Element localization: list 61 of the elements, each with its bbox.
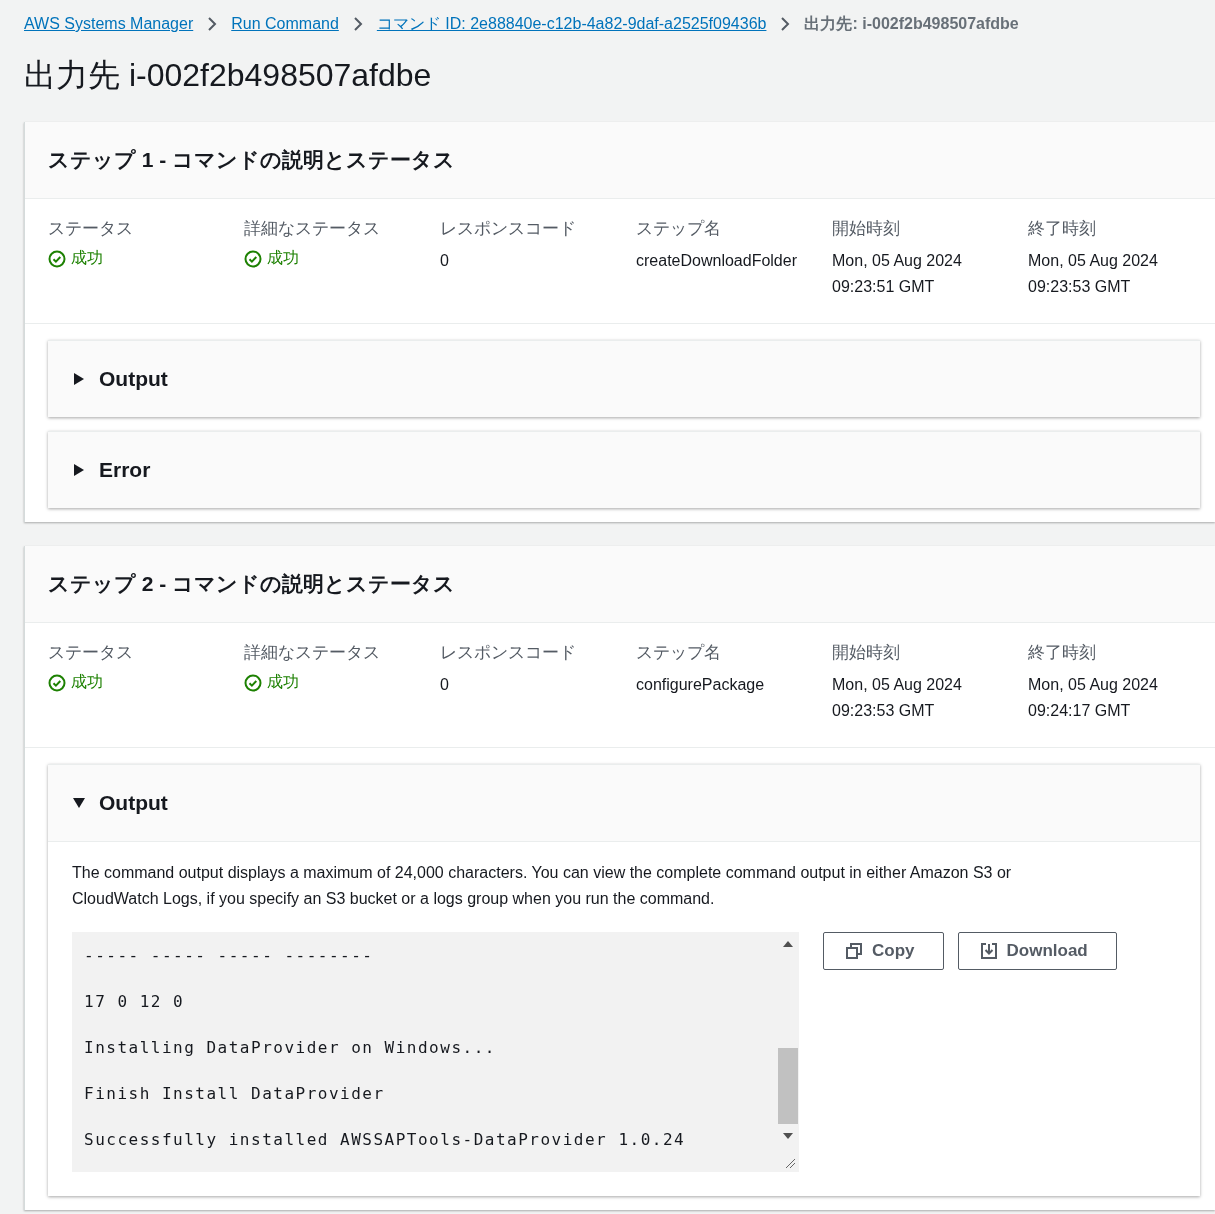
caret-right-icon: [73, 464, 85, 476]
status-text: 成功: [71, 248, 103, 268]
check-circle-icon: [48, 673, 66, 692]
field-label: 開始時刻: [832, 642, 901, 664]
panel-header[interactable]: Output: [48, 765, 1200, 842]
output-line: Finish Install DataProvider: [84, 1083, 386, 1105]
status-text: 成功: [267, 248, 299, 268]
output-line: 17 0 12 0: [84, 991, 186, 1013]
panel-title: Output: [99, 367, 168, 391]
output-description: The command output displays a maximum of 24,000 characters. You can view the complete command output in either Amazon S3 or CloudWatch Logs, if you specify an S3 bucket or a logs group when you run the command.: [72, 863, 1013, 909]
step-title: ステップ 2 - コマンドの説明とステータス: [48, 571, 456, 597]
breadcrumb-link[interactable]: Run Command: [231, 15, 339, 33]
chevron-right-icon: [352, 16, 363, 32]
check-circle-icon: [244, 249, 262, 268]
copy-button[interactable]: Copy: [823, 932, 944, 970]
chevron-right-icon: [207, 16, 218, 32]
field-label: 開始時刻: [832, 218, 901, 240]
field-value: Mon, 05 Aug 2024 09:23:53 GMT: [832, 675, 963, 721]
panel-title: Output: [99, 791, 168, 815]
field-label: 詳細なステータス: [244, 642, 381, 664]
download-icon: [980, 943, 997, 959]
check-circle-icon: [244, 673, 262, 692]
field-value: createDownloadFolder: [636, 251, 798, 271]
field-label: ステップ名: [636, 218, 722, 240]
scroll-down-arrow-icon: [782, 1132, 794, 1140]
field-value: Mon, 05 Aug 2024 09:23:51 GMT: [832, 251, 963, 297]
chevron-right-icon: [780, 16, 791, 32]
download-button[interactable]: Download: [957, 932, 1117, 970]
field-label: 詳細なステータス: [244, 218, 381, 240]
caret-right-icon: [73, 373, 85, 385]
panel-title: Error: [99, 458, 151, 482]
field-value: 0: [440, 251, 450, 271]
step-title: ステップ 1 - コマンドの説明とステータス: [48, 147, 456, 173]
panel-header[interactable]: Error: [48, 432, 1200, 508]
breadcrumb-link[interactable]: AWS Systems Manager: [24, 15, 194, 33]
field-label: ステータス: [48, 642, 134, 664]
breadcrumb-link[interactable]: コマンド ID: 2e88840e-c12b-4a82-9daf-a2525f09436b: [376, 13, 767, 35]
status-text: 成功: [267, 672, 299, 692]
output-line: ----- ----- ----- --------: [84, 945, 375, 967]
field-label: ステップ名: [636, 642, 722, 664]
page-title: 出力先 i-002f2b498507afdbe: [24, 56, 433, 95]
field-value: configurePackage: [636, 675, 766, 695]
scrollbar-thumb[interactable]: [778, 1048, 798, 1124]
field-label: ステータス: [48, 218, 134, 240]
output-line: Installing DataProvider on Windows...: [84, 1037, 497, 1059]
caret-down-icon: [73, 797, 85, 809]
breadcrumb-current: 出力先: i-002f2b498507afdbe: [804, 13, 1019, 34]
field-label: レスポンスコード: [440, 642, 577, 664]
field-label: 終了時刻: [1028, 218, 1097, 240]
panel-header[interactable]: Output: [48, 341, 1200, 417]
field-label: レスポンスコード: [440, 218, 577, 240]
field-value: Mon, 05 Aug 2024 09:23:53 GMT: [1028, 251, 1159, 297]
output-line: Successfully installed AWSSAPTools-DataProvider 1.0.24: [84, 1129, 687, 1151]
field-value: 0: [440, 675, 450, 695]
field-value: Mon, 05 Aug 2024 09:24:17 GMT: [1028, 675, 1159, 721]
copy-icon: [846, 943, 862, 959]
scroll-up-arrow-icon: [782, 940, 794, 948]
field-label: 終了時刻: [1028, 642, 1097, 664]
status-text: 成功: [71, 672, 103, 692]
check-circle-icon: [48, 249, 66, 268]
resize-handle-icon: [784, 1157, 796, 1169]
